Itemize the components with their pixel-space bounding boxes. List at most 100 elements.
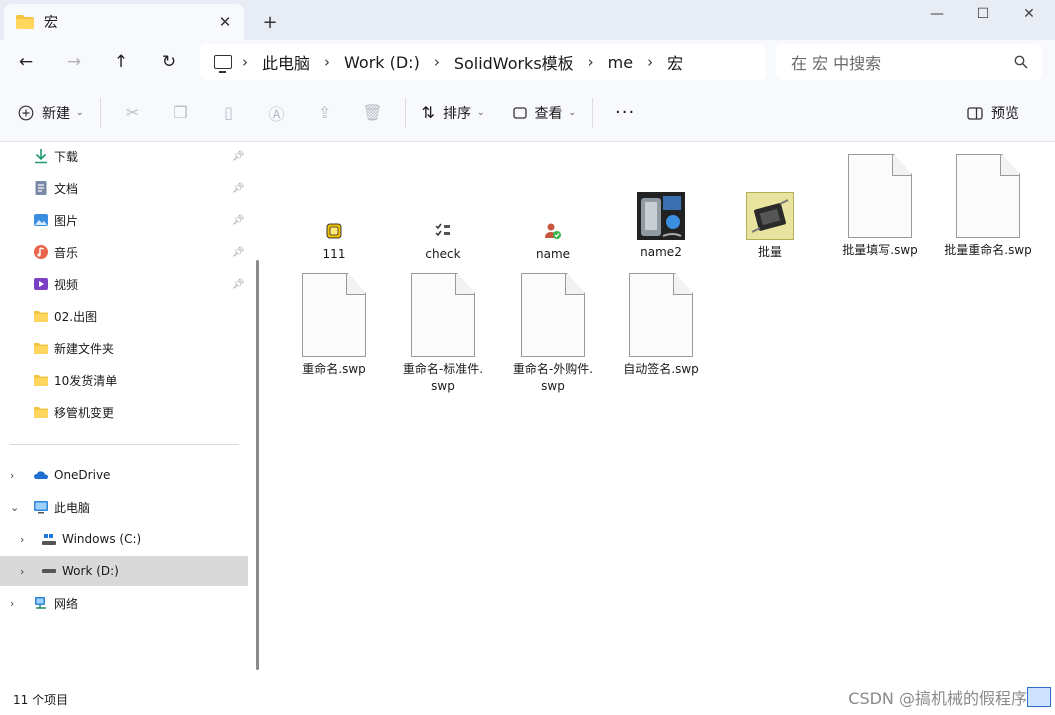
music-icon: [34, 245, 48, 259]
minimize-button[interactable]: —: [914, 0, 960, 28]
view-button[interactable]: 查看 ⌄: [505, 96, 585, 130]
chevron-right-icon[interactable]: ›: [434, 53, 440, 71]
file-item[interactable]: 111: [284, 222, 384, 263]
sidebar-item-downloads[interactable]: 下载 📌︎: [0, 141, 248, 171]
checklist-icon: [435, 223, 450, 237]
maximize-button[interactable]: ☐: [960, 0, 1006, 28]
file-item[interactable]: 批量重命名.swp: [938, 154, 1038, 259]
chevron-right-icon[interactable]: ›: [10, 597, 14, 610]
rename-icon: Ⓐ: [268, 104, 285, 124]
file-item[interactable]: 重命名.swp: [284, 273, 384, 378]
user-check-icon: [545, 223, 561, 239]
file-name: swp: [431, 379, 455, 393]
breadcrumb-work-d[interactable]: Work (D:): [344, 53, 420, 72]
sidebar-item-change[interactable]: 移管机变更: [0, 397, 248, 427]
paste-button[interactable]: ▯: [205, 96, 253, 130]
file-name: 批量重命名.swp: [944, 243, 1032, 257]
file-item[interactable]: name: [503, 222, 603, 263]
scissors-icon: ✂: [125, 103, 140, 122]
tab-close-button[interactable]: ✕: [212, 9, 238, 35]
sidebar-item-this-pc[interactable]: ⌄ 此电脑: [0, 492, 248, 522]
blank-file-icon: [629, 273, 693, 357]
file-item[interactable]: 批量: [720, 192, 820, 261]
new-tab-button[interactable]: +: [256, 8, 284, 36]
sidebar-item-folder-02[interactable]: 02.出图: [0, 301, 248, 331]
file-item[interactable]: name2: [611, 192, 711, 261]
chevron-right-icon[interactable]: ›: [588, 53, 594, 71]
copy-icon: ❐: [173, 103, 188, 122]
document-icon: [35, 181, 47, 195]
file-name: 批量: [757, 245, 782, 259]
forward-button[interactable]: →: [57, 46, 91, 78]
file-item[interactable]: 批量填写.swp: [830, 154, 930, 259]
sidebar-item-work-d[interactable]: › Work (D:): [0, 556, 248, 586]
preview-button[interactable]: 预览: [959, 96, 1027, 130]
chevron-right-icon[interactable]: ›: [20, 533, 24, 546]
tab-title: 宏: [44, 15, 58, 31]
item-count: 11 个项目: [13, 693, 69, 707]
breadcrumb-me[interactable]: me: [608, 53, 633, 72]
sidebar-item-label: 文档: [54, 181, 79, 196]
pin-icon: 📌︎: [232, 214, 245, 226]
new-label: 新建: [42, 105, 70, 122]
more-button[interactable]: ···: [601, 96, 649, 130]
close-button[interactable]: ✕: [1006, 0, 1052, 28]
chevron-right-icon[interactable]: ›: [20, 565, 24, 578]
search-input[interactable]: 在 宏 中搜索: [776, 44, 1042, 80]
sidebar-item-label: 新建文件夹: [54, 341, 115, 356]
search-icon: [1014, 55, 1028, 69]
chevron-right-icon[interactable]: ›: [324, 53, 330, 71]
breadcrumb-this-pc[interactable]: 此电脑: [262, 50, 310, 74]
cut-button[interactable]: ✂: [109, 96, 157, 130]
file-item[interactable]: 自动签名.swp: [611, 273, 711, 378]
network-icon: [35, 597, 46, 609]
search-placeholder: 在 宏 中搜索: [791, 54, 882, 73]
copy-button[interactable]: ❐: [157, 96, 205, 130]
sidebar-scrollbar[interactable]: [256, 260, 259, 670]
sidebar-item-videos[interactable]: 视频 📌︎: [0, 269, 248, 299]
up-button[interactable]: ↑: [104, 46, 138, 78]
share-button[interactable]: ⇪: [301, 96, 349, 130]
large-icons-view-button[interactable]: [1027, 687, 1051, 707]
back-button[interactable]: ←: [9, 46, 43, 78]
chevron-right-icon: ›: [242, 53, 248, 71]
file-list: 111 check name name2 批量 批量填写.swp 批量重命名.s…: [264, 142, 1055, 687]
sidebar-item-documents[interactable]: 文档 📌︎: [0, 173, 248, 203]
breadcrumb-macro[interactable]: 宏: [667, 50, 683, 74]
folder-icon: [34, 311, 48, 322]
sidebar-item-pictures[interactable]: 图片 📌︎: [0, 205, 248, 235]
sidebar-item-new-folder[interactable]: 新建文件夹: [0, 333, 248, 363]
rename-button[interactable]: Ⓐ: [253, 96, 301, 130]
address-bar[interactable]: › 此电脑 › Work (D:) › SolidWorks模板 › me › …: [200, 44, 766, 80]
chevron-right-icon[interactable]: ›: [10, 469, 14, 482]
file-name: 重命名-标准件.: [402, 362, 484, 376]
chevron-right-icon[interactable]: ›: [647, 53, 653, 71]
sidebar-item-label: 视频: [54, 277, 79, 292]
new-button[interactable]: 新建 ⌄: [10, 96, 92, 130]
tab-current[interactable]: 宏 ✕: [4, 4, 244, 40]
folder-icon: [16, 15, 34, 29]
sidebar-item-shipping-list[interactable]: 10发货清单: [0, 365, 248, 395]
sidebar-item-label: 音乐: [54, 245, 79, 260]
refresh-button[interactable]: ↻: [152, 46, 186, 78]
drive-icon: [42, 534, 56, 545]
sidebar-item-label: 网络: [54, 596, 79, 611]
file-item[interactable]: 重命名-标准件. swp: [393, 273, 493, 395]
command-bar: 新建 ⌄ ✂ ❐ ▯ Ⓐ ⇪ 🗑︎ ⇅ 排序 ⌄ 查看 ⌄ ··· 预览: [0, 84, 1055, 142]
delete-button[interactable]: 🗑︎: [349, 96, 397, 130]
file-item[interactable]: check: [393, 222, 493, 263]
sidebar-item-onedrive[interactable]: › OneDrive: [0, 460, 248, 490]
sidebar-item-music[interactable]: 音乐 📌︎: [0, 237, 248, 267]
chevron-down-icon[interactable]: ⌄: [10, 501, 19, 514]
preview-label: 预览: [991, 106, 1019, 122]
folder-icon: [34, 407, 48, 418]
sort-label: 排序: [442, 105, 471, 122]
sidebar-item-windows-c[interactable]: › Windows (C:): [0, 524, 248, 554]
video-icon: [34, 278, 48, 290]
sort-button[interactable]: ⇅ 排序 ⌄: [414, 96, 493, 130]
file-item[interactable]: 重命名-外购件. swp: [503, 273, 603, 395]
sidebar-item-network[interactable]: › 网络: [0, 588, 248, 618]
breadcrumb-solidworks-templates[interactable]: SolidWorks模板: [454, 50, 574, 74]
divider: [592, 97, 594, 128]
blank-file-icon: [956, 154, 1020, 238]
